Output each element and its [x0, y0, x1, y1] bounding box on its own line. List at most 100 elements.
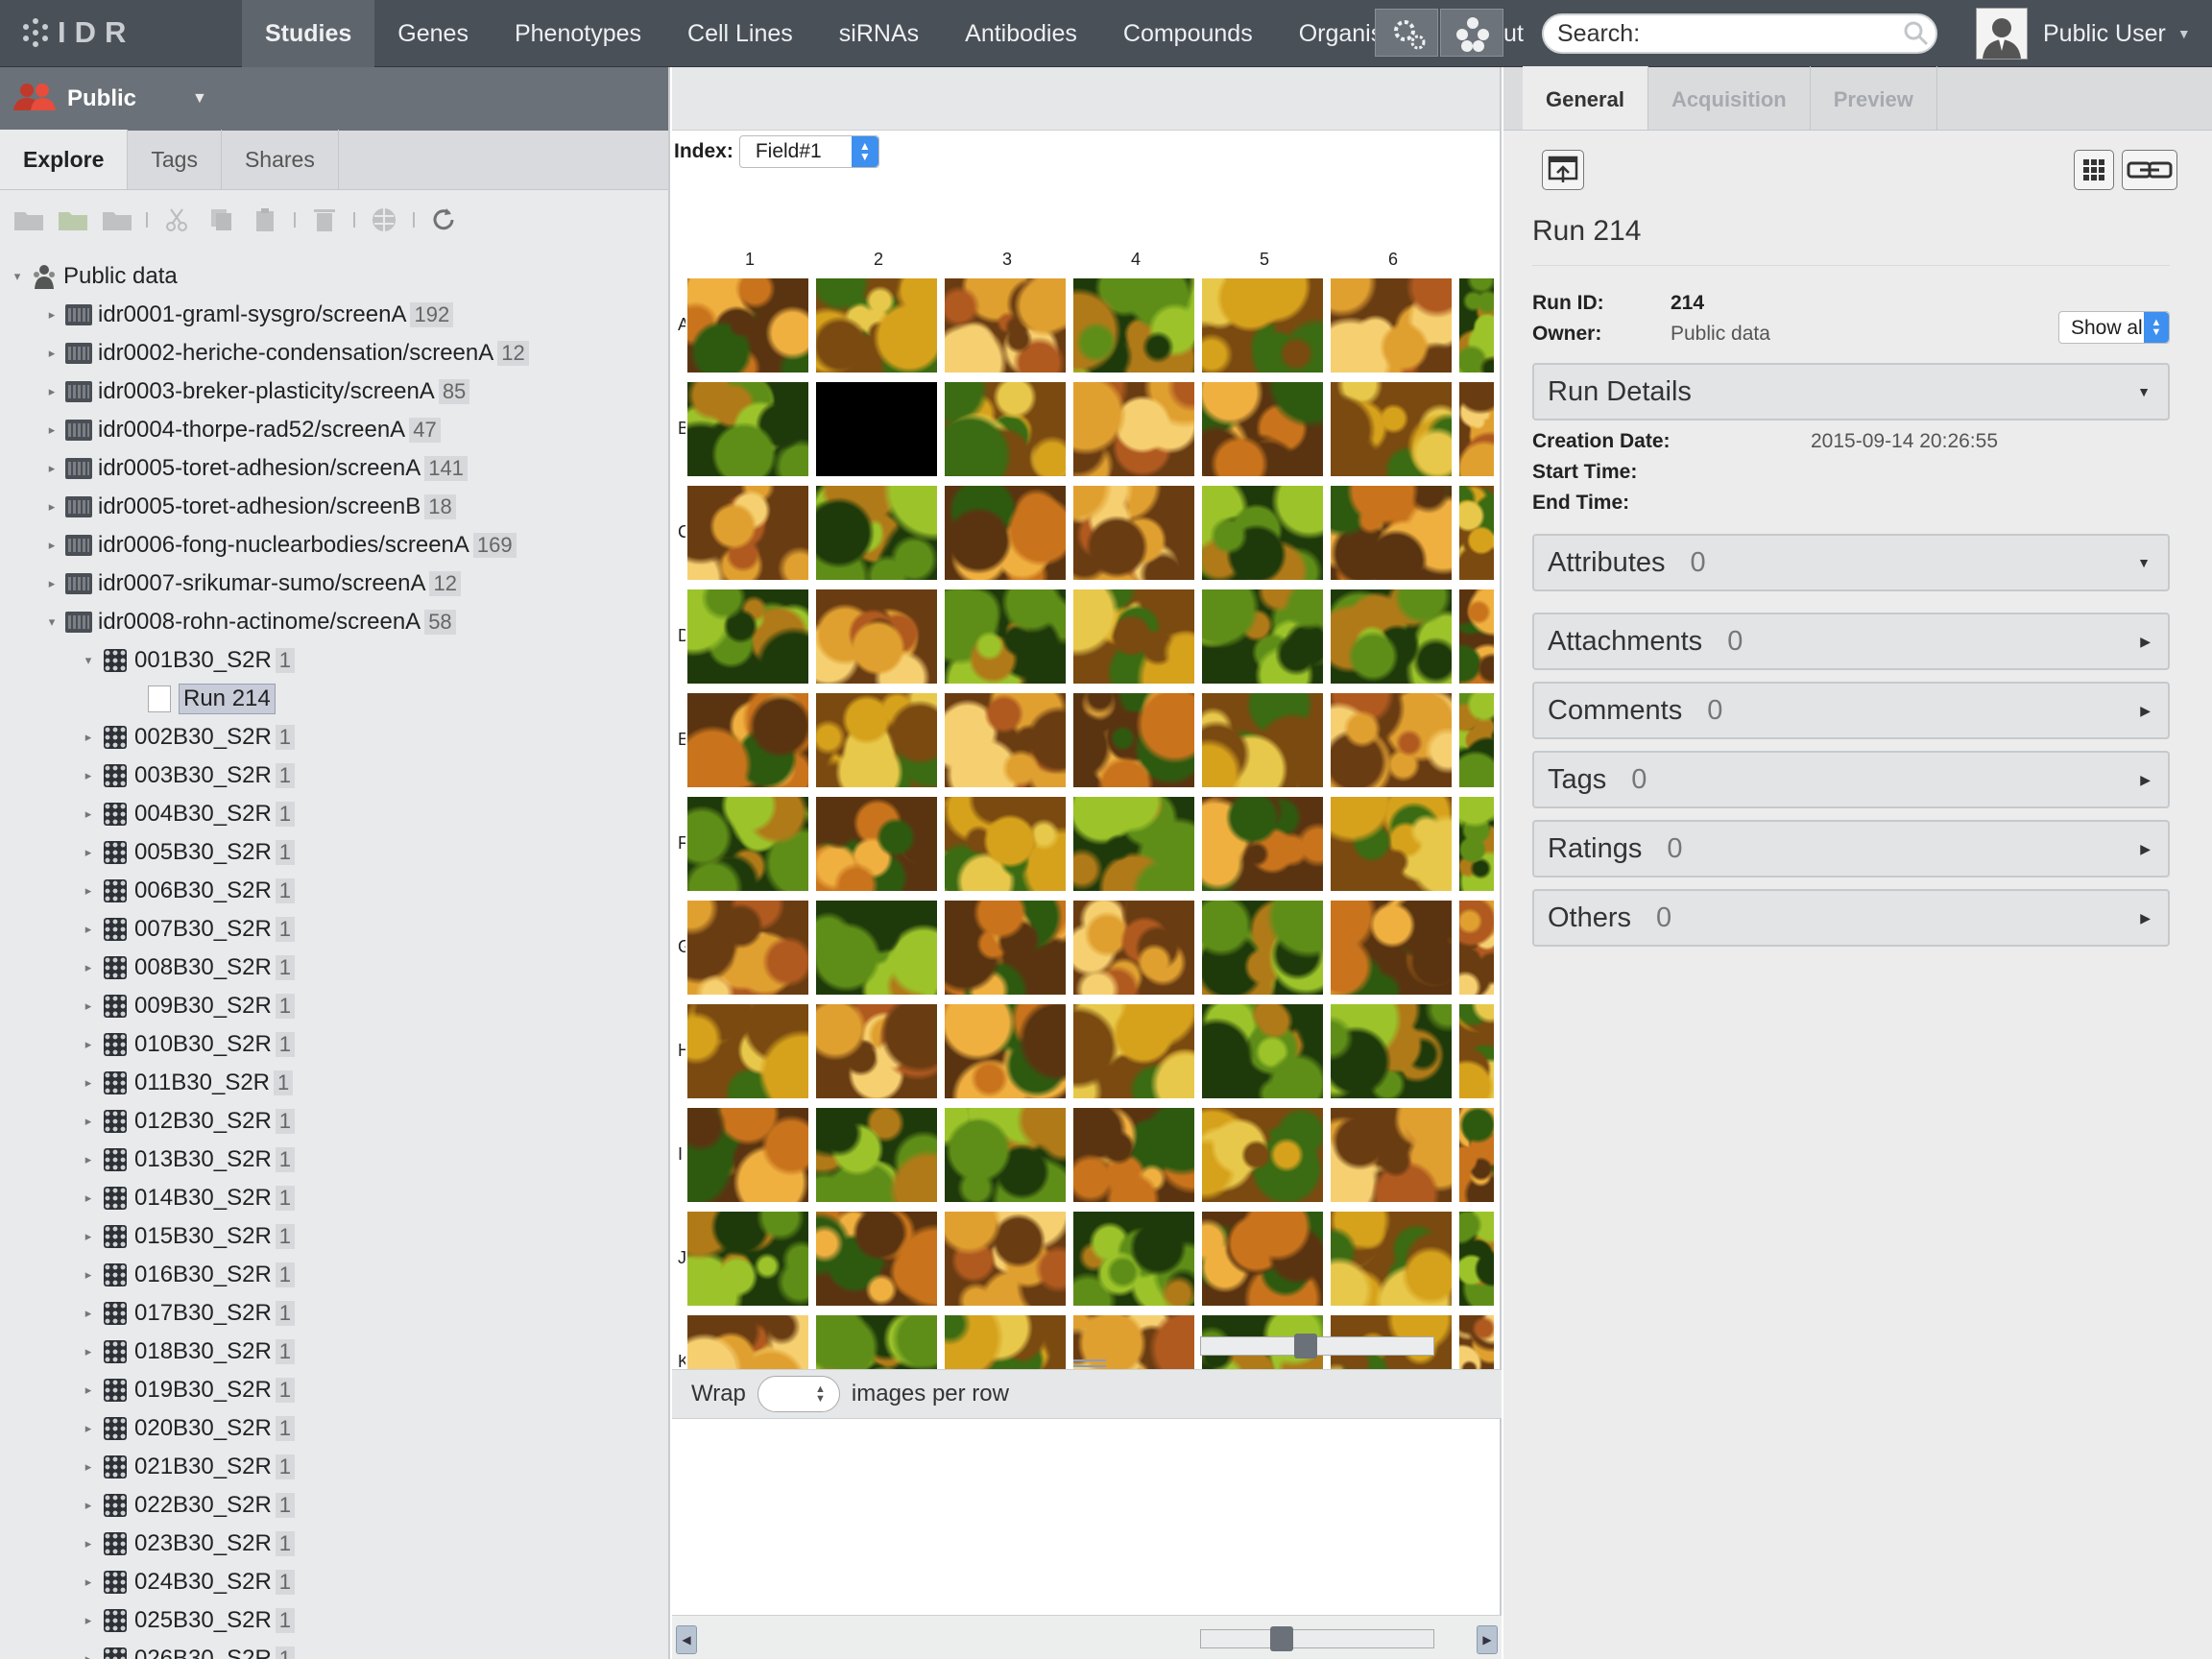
- nav-phenotypes[interactable]: Phenotypes: [492, 0, 664, 67]
- tab-acquisition[interactable]: Acquisition: [1648, 66, 1811, 130]
- open-viewer-button[interactable]: [1542, 150, 1584, 190]
- plate-well-thumbnail[interactable]: [1071, 484, 1196, 582]
- tree-node-screen[interactable]: ▸ idr0003-breker-plasticity/screenA 85: [0, 373, 668, 411]
- scroll-right-icon[interactable]: ▶: [1477, 1625, 1498, 1654]
- plate-well-thumbnail[interactable]: [685, 1210, 810, 1308]
- paste-icon[interactable]: [250, 206, 280, 233]
- tree-node-plate[interactable]: ▸ 011B30_S2R 1: [0, 1064, 668, 1102]
- plate-well-thumbnail[interactable]: [1071, 588, 1196, 685]
- plate-well-thumbnail[interactable]: [1457, 1106, 1496, 1204]
- plate-well-thumbnail[interactable]: [814, 691, 939, 789]
- plate-well-thumbnail[interactable]: [1071, 795, 1196, 893]
- collapsed-arrow-icon[interactable]: ▸: [79, 1536, 98, 1551]
- tree-node-plate[interactable]: ▾ 001B30_S2R 1: [0, 641, 668, 680]
- collapsed-arrow-icon[interactable]: ▸: [79, 1190, 98, 1206]
- tree-node-plate[interactable]: ▸ 003B30_S2R 1: [0, 757, 668, 795]
- plate-well-thumbnail[interactable]: [943, 1106, 1068, 1204]
- collapsed-arrow-icon[interactable]: ▸: [79, 1152, 98, 1167]
- tree-node-plate[interactable]: ▸ 002B30_S2R 1: [0, 718, 668, 757]
- plate-well-thumbnail[interactable]: [685, 1002, 810, 1100]
- delete-icon[interactable]: [309, 206, 340, 233]
- plate-well-thumbnail[interactable]: [1071, 1106, 1196, 1204]
- plate-well-thumbnail[interactable]: [814, 1002, 939, 1100]
- plate-well-thumbnail[interactable]: [1200, 380, 1325, 478]
- plate-well-thumbnail[interactable]: [814, 1106, 939, 1204]
- expanded-arrow-icon[interactable]: ▾: [79, 653, 98, 668]
- section-attributes[interactable]: Attributes 0 ▼: [1532, 534, 2170, 591]
- collapsed-arrow-icon[interactable]: ▸: [42, 499, 61, 515]
- collapsed-arrow-icon[interactable]: ▸: [79, 1421, 98, 1436]
- plate-well-thumbnail[interactable]: [1200, 899, 1325, 997]
- tree-node-screen[interactable]: ▸ idr0002-heriche-condensation/screenA 12: [0, 334, 668, 373]
- plate-well-thumbnail[interactable]: [685, 276, 810, 374]
- tree-node-plate[interactable]: ▸ 014B30_S2R 1: [0, 1179, 668, 1217]
- tree-node-plate[interactable]: ▸ 024B30_S2R 1: [0, 1563, 668, 1601]
- plate-well-thumbnail[interactable]: [1200, 276, 1325, 374]
- tab-shares[interactable]: Shares: [222, 130, 339, 189]
- cut-icon[interactable]: [161, 206, 192, 233]
- collapsed-arrow-icon[interactable]: ▸: [79, 1306, 98, 1321]
- tree-node-plate[interactable]: ▸ 017B30_S2R 1: [0, 1294, 668, 1333]
- section-tags[interactable]: Tags 0 ▶: [1532, 751, 2170, 808]
- group-selector[interactable]: Public ▼: [0, 67, 668, 131]
- collapsed-arrow-icon[interactable]: ▸: [79, 845, 98, 860]
- collapsed-arrow-icon[interactable]: ▸: [79, 960, 98, 975]
- collapsed-arrow-icon[interactable]: ▸: [42, 384, 61, 399]
- collapsed-arrow-icon[interactable]: ▸: [42, 346, 61, 361]
- tree-node-plate[interactable]: ▸ 020B30_S2R 1: [0, 1409, 668, 1448]
- field-index-select[interactable]: Field#1 ▲ ▼: [738, 135, 879, 168]
- tree-node-plate[interactable]: ▸ 018B30_S2R 1: [0, 1333, 668, 1371]
- tab-preview[interactable]: Preview: [1811, 66, 1937, 130]
- plate-well-thumbnail[interactable]: [1457, 795, 1496, 893]
- plate-well-thumbnail[interactable]: [1329, 899, 1454, 997]
- tree-node-plate[interactable]: ▸ 004B30_S2R 1: [0, 795, 668, 833]
- nav-antibodies[interactable]: Antibodies: [942, 0, 1100, 67]
- plate-well-thumbnail[interactable]: [1200, 484, 1325, 582]
- collapsed-arrow-icon[interactable]: ▸: [79, 730, 98, 745]
- collapsed-arrow-icon[interactable]: ▸: [79, 998, 98, 1014]
- plate-well-thumbnail[interactable]: [943, 380, 1068, 478]
- plate-well-thumbnail[interactable]: [943, 1002, 1068, 1100]
- collapsed-arrow-icon[interactable]: ▸: [79, 1575, 98, 1590]
- nav-genes[interactable]: Genes: [374, 0, 492, 67]
- plate-well-thumbnail[interactable]: [943, 795, 1068, 893]
- section-comments[interactable]: Comments 0 ▶: [1532, 682, 2170, 739]
- plate-well-thumbnail[interactable]: [1457, 484, 1496, 582]
- plate-well-thumbnail[interactable]: [1457, 1210, 1496, 1308]
- tree-node-root[interactable]: ▾ Public data: [0, 257, 668, 296]
- plate-well-thumbnail[interactable]: [1329, 795, 1454, 893]
- plate-well-thumbnail[interactable]: [943, 276, 1068, 374]
- plate-well-thumbnail[interactable]: [685, 380, 810, 478]
- tree-node-plate[interactable]: ▸ 016B30_S2R 1: [0, 1256, 668, 1294]
- link-button[interactable]: [2122, 150, 2177, 190]
- plate-well-thumbnail[interactable]: [1200, 795, 1325, 893]
- nav-studies[interactable]: Studies: [242, 0, 375, 67]
- plate-well-thumbnail[interactable]: [1329, 1002, 1454, 1100]
- collapsed-arrow-icon[interactable]: ▸: [79, 806, 98, 822]
- plate-well-thumbnail[interactable]: [1071, 380, 1196, 478]
- collapsed-arrow-icon[interactable]: ▸: [79, 922, 98, 937]
- collapsed-arrow-icon[interactable]: ▸: [79, 883, 98, 899]
- slider-knob[interactable]: [1270, 1626, 1293, 1651]
- collapsed-arrow-icon[interactable]: ▸: [42, 422, 61, 438]
- tree-node-plate[interactable]: ▸ 025B30_S2R 1: [0, 1601, 668, 1640]
- plate-well-thumbnail[interactable]: [1457, 276, 1496, 374]
- plate-well-thumbnail[interactable]: [1329, 1106, 1454, 1204]
- plate-well-thumbnail[interactable]: [943, 588, 1068, 685]
- collapsed-arrow-icon[interactable]: ▸: [42, 461, 61, 476]
- settings-gears-button[interactable]: [1375, 9, 1438, 57]
- tree-node-screen[interactable]: ▾ idr0008-rohn-actinome/screenA 58: [0, 603, 668, 641]
- plate-well-thumbnail[interactable]: [1071, 899, 1196, 997]
- tree-node-run[interactable]: Run 214: [0, 680, 668, 718]
- plate-well-thumbnail[interactable]: [943, 691, 1068, 789]
- collapsed-arrow-icon[interactable]: ▸: [42, 307, 61, 323]
- section-attachments[interactable]: Attachments 0 ▶: [1532, 613, 2170, 670]
- collapsed-arrow-icon[interactable]: ▸: [79, 1382, 98, 1398]
- plate-well-thumbnail[interactable]: [1457, 588, 1496, 685]
- collapsed-arrow-icon[interactable]: ▸: [79, 1459, 98, 1475]
- panel-resize-grip[interactable]: [1073, 1359, 1106, 1367]
- plate-well-thumbnail[interactable]: [1457, 899, 1496, 997]
- collapsed-arrow-icon[interactable]: ▸: [42, 576, 61, 591]
- new-folder-icon[interactable]: [13, 206, 44, 233]
- tree-node-plate[interactable]: ▸ 022B30_S2R 1: [0, 1486, 668, 1525]
